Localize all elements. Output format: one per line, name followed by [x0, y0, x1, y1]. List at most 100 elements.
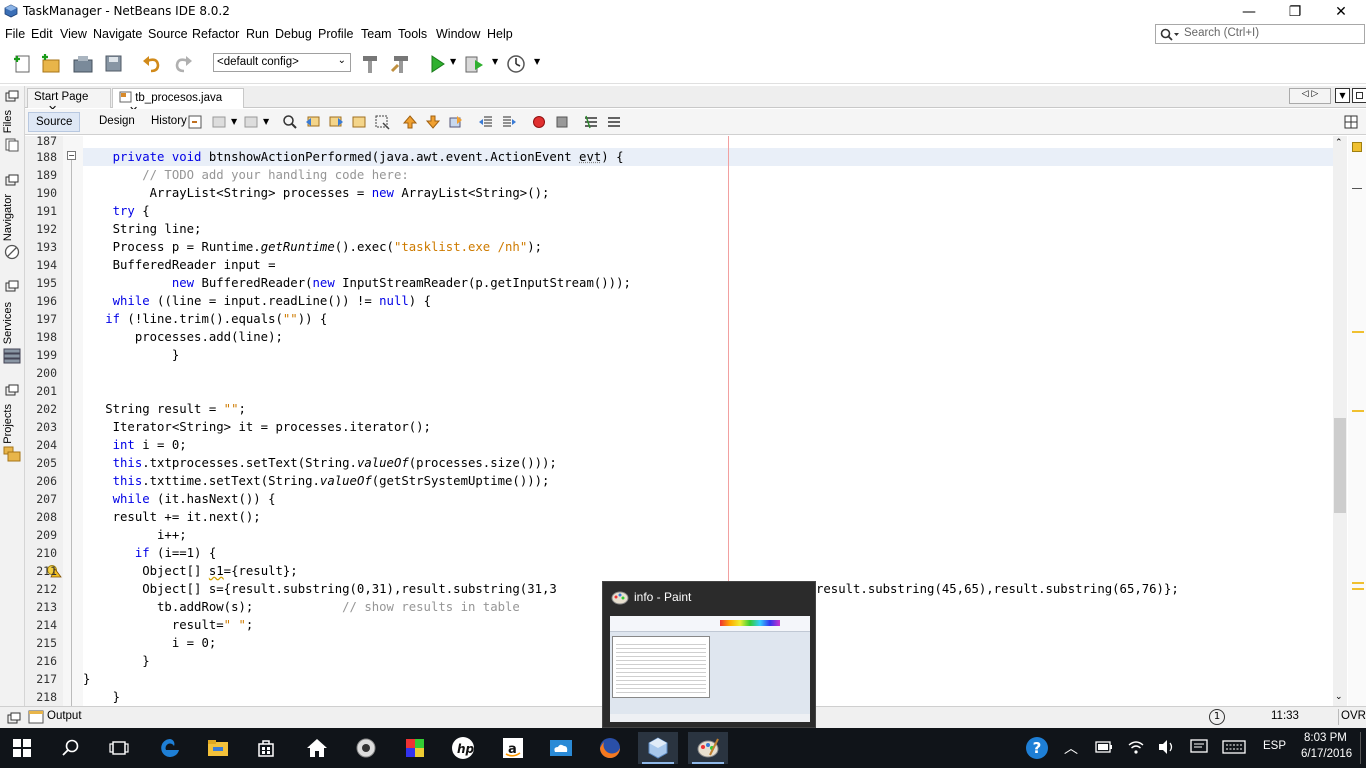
- menu-file[interactable]: File: [5, 27, 25, 41]
- sidebar-tab-files[interactable]: Files: [2, 110, 14, 133]
- taskbar-firefox[interactable]: [590, 732, 630, 764]
- taskbar-paint[interactable]: [688, 732, 728, 764]
- maximize-editor-icon[interactable]: [1352, 88, 1366, 103]
- taskbar-thumbnail-preview[interactable]: info - Paint: [602, 581, 816, 728]
- menu-navigate[interactable]: Navigate: [93, 27, 142, 41]
- search-input[interactable]: Search (Ctrl+I): [1155, 24, 1365, 44]
- restore-window-icon-5[interactable]: [7, 712, 21, 724]
- toggle-highlight-icon[interactable]: [351, 114, 367, 130]
- menu-source[interactable]: Source: [148, 27, 188, 41]
- restore-window-icon-4[interactable]: [5, 384, 19, 396]
- clean-build-icon[interactable]: [390, 53, 412, 75]
- split-editor-icon[interactable]: [1343, 114, 1359, 130]
- find-icon[interactable]: [282, 114, 298, 130]
- shift-left-icon[interactable]: [478, 114, 494, 130]
- run-project-icon[interactable]: [426, 53, 448, 75]
- message-icon[interactable]: [1190, 739, 1208, 755]
- profile-dropdown-icon[interactable]: ▼: [534, 57, 540, 66]
- menu-run[interactable]: Run: [246, 27, 269, 41]
- previous-bookmark-icon[interactable]: [402, 114, 418, 130]
- stop-macro-icon[interactable]: [554, 114, 570, 130]
- find-next-icon[interactable]: [328, 114, 344, 130]
- taskbar-media-app[interactable]: [346, 732, 386, 764]
- clock-date[interactable]: 6/17/2016: [1301, 748, 1352, 760]
- forward-icon[interactable]: [243, 114, 259, 130]
- show-hidden-icons-icon[interactable]: ︿: [1064, 738, 1078, 758]
- taskbar-store[interactable]: [246, 732, 286, 764]
- save-all-icon[interactable]: [103, 53, 125, 75]
- menu-view[interactable]: View: [60, 27, 87, 41]
- last-edit-icon[interactable]: [187, 114, 203, 130]
- show-desktop-button[interactable]: [1360, 732, 1361, 764]
- taskbar-edge[interactable]: [150, 732, 190, 764]
- shift-right-icon[interactable]: [501, 114, 517, 130]
- tab-scroll-buttons[interactable]: ◁ ▷: [1289, 88, 1331, 104]
- menu-debug[interactable]: Debug: [275, 27, 312, 41]
- insert-mode[interactable]: OVR: [1341, 710, 1366, 722]
- keyboard-icon[interactable]: [1222, 740, 1246, 754]
- config-select[interactable]: <default config> ⌄: [213, 53, 351, 72]
- start-button[interactable]: [2, 732, 42, 764]
- taskbar-file-explorer[interactable]: [198, 732, 238, 764]
- warning-marker[interactable]: [1352, 331, 1364, 333]
- find-previous-icon[interactable]: [305, 114, 321, 130]
- toggle-bookmark-icon[interactable]: [448, 114, 464, 130]
- restore-window-icon[interactable]: [5, 90, 19, 102]
- help-icon[interactable]: ?: [1026, 737, 1048, 759]
- profile-project-icon[interactable]: [505, 53, 527, 75]
- taskbar-color-app[interactable]: [395, 732, 435, 764]
- start-macro-icon[interactable]: [531, 114, 547, 130]
- redo-icon[interactable]: [172, 53, 194, 75]
- sidebar-tab-navigator[interactable]: Navigator: [2, 194, 14, 241]
- maximize-button[interactable]: ❐: [1272, 0, 1318, 24]
- next-bookmark-icon[interactable]: [425, 114, 441, 130]
- menu-team[interactable]: Team: [361, 27, 392, 41]
- menu-refactor[interactable]: Refactor: [192, 27, 239, 41]
- warning-marker[interactable]: [1352, 410, 1364, 412]
- menu-help[interactable]: Help: [487, 27, 513, 41]
- open-project-icon[interactable]: [72, 53, 94, 75]
- taskbar-home[interactable]: [297, 732, 337, 764]
- minimize-button[interactable]: —: [1226, 0, 1272, 24]
- restore-window-icon-3[interactable]: [5, 280, 19, 292]
- menu-edit[interactable]: Edit: [31, 27, 53, 41]
- comment-icon[interactable]: [583, 114, 599, 130]
- volume-icon[interactable]: [1158, 739, 1176, 755]
- battery-icon[interactable]: [1095, 741, 1113, 753]
- warning-summary-icon[interactable]: [1352, 142, 1362, 152]
- sidebar-tab-services[interactable]: Services: [2, 302, 14, 344]
- fold-toggle-icon[interactable]: −: [67, 151, 76, 160]
- design-tab[interactable]: Design: [92, 112, 142, 132]
- back-icon[interactable]: [211, 114, 227, 130]
- scrollbar-thumb[interactable]: [1334, 418, 1346, 513]
- build-hammer-icon[interactable]: [359, 53, 381, 75]
- back-dropdown-icon[interactable]: ▼: [231, 117, 237, 126]
- warning-marker[interactable]: [1352, 588, 1364, 590]
- menu-tools[interactable]: Tools: [398, 27, 427, 41]
- new-file-icon[interactable]: [12, 53, 34, 75]
- source-tab[interactable]: Source: [28, 112, 81, 132]
- run-dropdown-icon[interactable]: ▼: [450, 57, 456, 66]
- close-button[interactable]: ✕: [1318, 0, 1364, 24]
- undo-icon[interactable]: [141, 53, 163, 75]
- taskbar-hp[interactable]: hp: [443, 732, 483, 764]
- restore-window-icon-2[interactable]: [5, 174, 19, 186]
- taskbar-amazon[interactable]: a: [493, 732, 533, 764]
- clock-time[interactable]: 8:03 PM: [1304, 732, 1347, 744]
- notifications-badge[interactable]: 1: [1209, 709, 1225, 725]
- task-view-button[interactable]: [99, 732, 139, 764]
- forward-dropdown-icon[interactable]: ▼: [263, 117, 269, 126]
- menu-profile[interactable]: Profile: [318, 27, 353, 41]
- menu-window[interactable]: Window: [436, 27, 480, 41]
- sidebar-tab-projects[interactable]: Projects: [2, 404, 14, 444]
- taskbar-netbeans[interactable]: [638, 732, 678, 764]
- new-project-icon[interactable]: [40, 53, 62, 75]
- taskbar-cloud-app[interactable]: [541, 732, 581, 764]
- scroll-up-icon[interactable]: ⌃: [1335, 138, 1343, 148]
- taskbar-search-button[interactable]: [51, 732, 91, 764]
- wifi-icon[interactable]: [1127, 739, 1145, 755]
- scroll-down-icon[interactable]: ⌄: [1335, 692, 1343, 702]
- output-tab[interactable]: Output: [47, 710, 82, 722]
- warning-marker[interactable]: [1352, 582, 1364, 584]
- toggle-selection-icon[interactable]: [374, 114, 390, 130]
